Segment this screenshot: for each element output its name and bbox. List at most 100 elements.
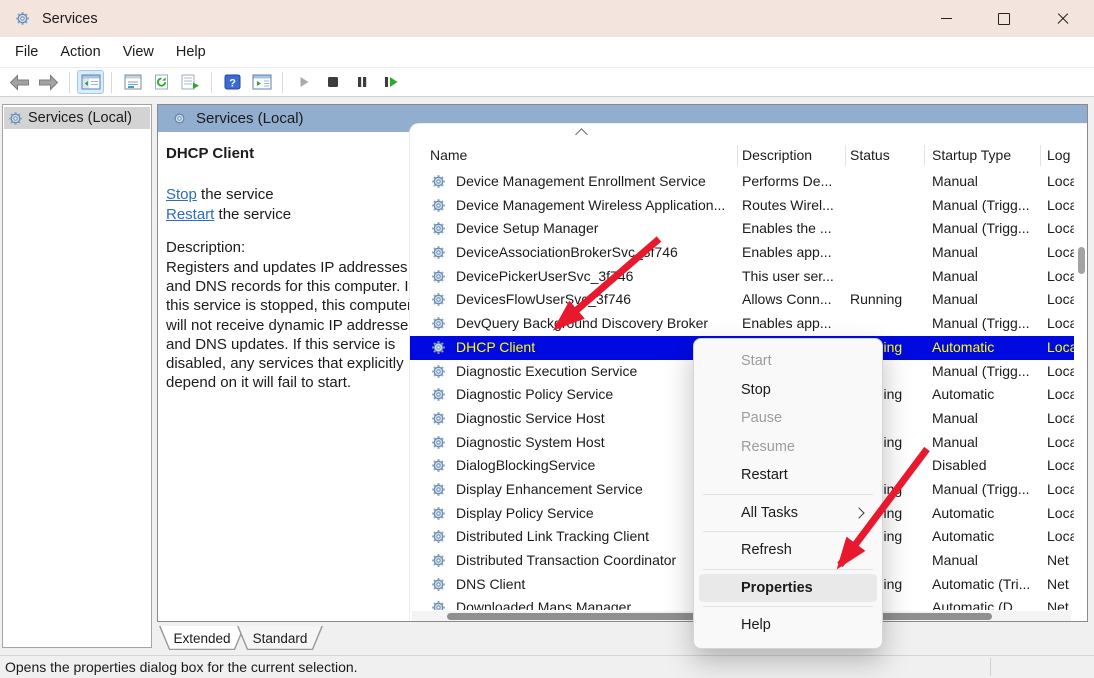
cell-description: Routes Wirel... (742, 194, 843, 218)
context-menu-item-pause[interactable]: Pause (699, 404, 877, 433)
tree-item-services-local[interactable]: Services (Local) (4, 107, 150, 129)
cell-startup: Manual (932, 241, 1038, 265)
cell-logon: Loca (1047, 241, 1074, 265)
stop-service-line: Stop the service (166, 185, 291, 205)
column-header-startup-type[interactable]: Startup Type (932, 142, 1011, 168)
column-header-status[interactable]: Status (850, 142, 890, 168)
stop-service-link[interactable]: Stop (166, 186, 197, 203)
service-gear-icon (431, 292, 446, 307)
play-icon (297, 75, 311, 89)
refresh-button[interactable] (148, 70, 175, 94)
menu-file[interactable]: File (4, 41, 49, 63)
cell-logon: Net (1047, 573, 1074, 597)
back-icon (9, 74, 30, 91)
column-divider[interactable] (845, 145, 846, 166)
cell-logon: Loca (1047, 217, 1074, 241)
context-menu-item-restart[interactable]: Restart (699, 461, 877, 490)
action-pane-button[interactable] (248, 70, 275, 94)
column-divider[interactable] (924, 145, 925, 166)
console-tree-icon (81, 74, 101, 90)
service-gear-icon (431, 411, 446, 426)
cell-startup: Manual (932, 288, 1038, 312)
column-header-description[interactable]: Description (742, 142, 812, 168)
stop-service-button[interactable] (319, 70, 346, 94)
context-menu-item-refresh[interactable]: Refresh (699, 536, 877, 565)
cell-logon: Loca (1047, 360, 1074, 384)
cell-startup: Manual (932, 549, 1038, 573)
close-button[interactable] (1040, 0, 1086, 37)
export-list-button[interactable] (177, 70, 204, 94)
menu-action[interactable]: Action (49, 41, 111, 63)
column-divider[interactable] (1040, 145, 1041, 166)
context-menu-item-help[interactable]: Help (699, 611, 877, 640)
cell-startup: Manual (932, 265, 1038, 289)
show-console-tree-button[interactable] (77, 70, 104, 94)
cell-logon: Loca (1047, 265, 1074, 289)
service-row-6[interactable]: DevQuery Background Discovery BrokerEnab… (410, 312, 1074, 336)
stop-service-suffix: the service (197, 186, 274, 203)
service-gear-icon (431, 553, 446, 568)
column-header-log-on-as[interactable]: Log (1047, 142, 1070, 168)
cell-startup: Manual (Trigg... (932, 360, 1038, 384)
forward-button[interactable] (35, 70, 62, 94)
services-window: Services FileActionViewHelp ? Services (… (0, 0, 1094, 678)
forward-icon (38, 74, 59, 91)
menu-separator (703, 606, 873, 607)
tab-standard[interactable]: Standard (237, 626, 323, 650)
cell-logon: Loca (1047, 336, 1074, 360)
tab-extended[interactable]: Extended (159, 626, 245, 650)
cell-startup: Automatic (932, 525, 1038, 549)
back-button[interactable] (6, 70, 33, 94)
maximize-button[interactable] (981, 0, 1027, 37)
context-menu-item-stop[interactable]: Stop (699, 376, 877, 405)
minimize-button[interactable] (923, 0, 969, 37)
cell-startup: Manual (932, 407, 1038, 431)
restart-service-link[interactable]: Restart (166, 206, 214, 223)
cell-startup: Disabled (932, 454, 1038, 478)
panel-header-label: Services (Local) (196, 110, 304, 127)
cell-logon: Loca (1047, 525, 1074, 549)
service-row-0[interactable]: Device Management Enrollment ServicePerf… (410, 170, 1074, 194)
column-divider[interactable] (737, 145, 738, 166)
service-row-4[interactable]: DevicePickerUserSvc_3f746This user ser..… (410, 265, 1074, 289)
cell-logon: Net (1047, 549, 1074, 573)
menu-help[interactable]: Help (165, 41, 217, 63)
cell-description: This user ser... (742, 265, 843, 289)
menu-separator (703, 531, 873, 532)
restart-icon (383, 75, 399, 89)
service-row-5[interactable]: DevicesFlowUserSvc_3f746Allows Conn...Ru… (410, 288, 1074, 312)
cell-startup: Manual (Trigg... (932, 312, 1038, 336)
service-gear-icon (431, 529, 446, 544)
vertical-scrollbar-thumb[interactable] (1078, 247, 1085, 274)
cell-startup: Manual (Trigg... (932, 478, 1038, 502)
tab-standard-label: Standard (237, 626, 323, 650)
start-service-button[interactable] (290, 70, 317, 94)
toolbar-separator (69, 72, 70, 93)
cell-logon: Loca (1047, 407, 1074, 431)
help-button[interactable]: ? (219, 70, 246, 94)
services-gear-icon (8, 111, 23, 126)
cell-logon: Loca (1047, 431, 1074, 455)
column-header-name[interactable]: Name (430, 142, 467, 168)
cell-startup: Automatic (932, 502, 1038, 526)
properties-button[interactable] (119, 70, 146, 94)
context-menu-item-all-tasks[interactable]: All Tasks (699, 499, 877, 528)
context-menu-item-start[interactable]: Start (699, 347, 877, 376)
view-tabstrip: Extended Standard (157, 622, 1088, 654)
context-menu-item-resume[interactable]: Resume (699, 433, 877, 462)
context-menu-item-properties[interactable]: Properties (699, 574, 877, 603)
services-gear-icon (15, 11, 30, 26)
cell-description: Performs De... (742, 170, 843, 194)
service-gear-icon (431, 340, 446, 355)
service-row-1[interactable]: Device Management Wireless Application..… (410, 194, 1074, 218)
service-row-3[interactable]: DeviceAssociationBrokerSvc_3f746Enables … (410, 241, 1074, 265)
service-row-2[interactable]: Device Setup ManagerEnables the ...Manua… (410, 217, 1074, 241)
pause-service-button[interactable] (348, 70, 375, 94)
restart-service-button[interactable] (377, 70, 404, 94)
cell-status: Running (850, 288, 926, 312)
cell-name: DevQuery Background Discovery Broker (456, 312, 740, 336)
services-gear-icon (172, 111, 187, 126)
menu-view[interactable]: View (112, 41, 165, 63)
titlebar: Services (0, 0, 1094, 37)
menubar: FileActionViewHelp (0, 37, 1094, 67)
